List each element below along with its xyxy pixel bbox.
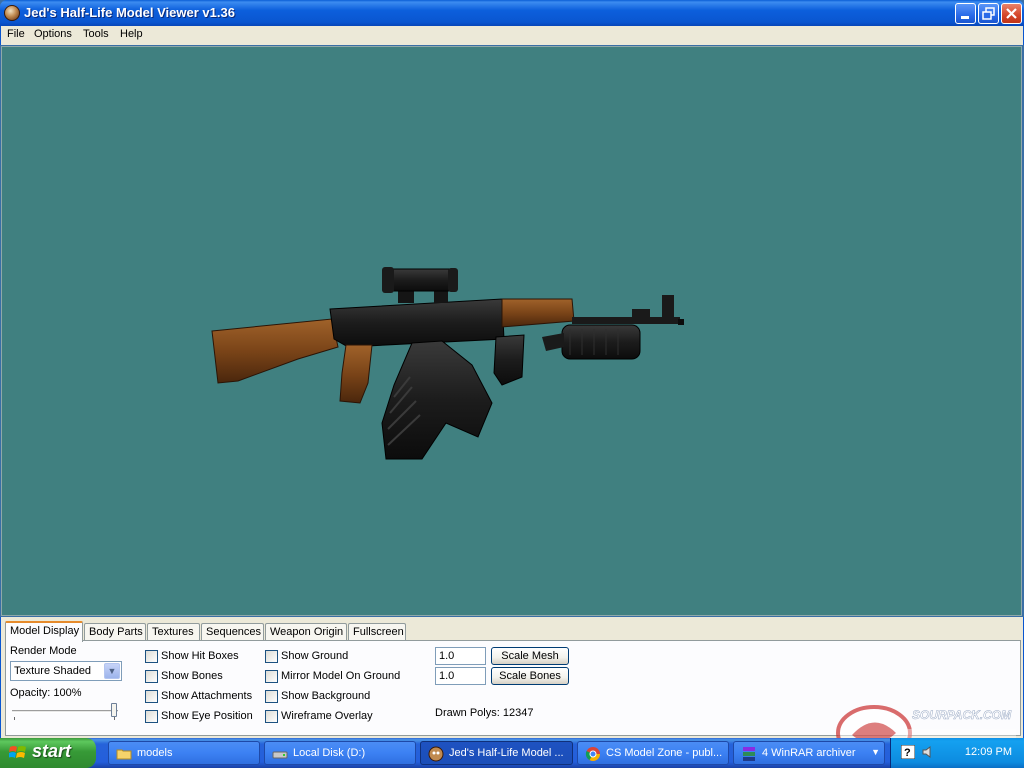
weapon-model bbox=[211, 267, 684, 460]
tab-body-parts[interactable]: Body Parts bbox=[84, 623, 146, 641]
task-label: models bbox=[137, 747, 173, 759]
wireframe-overlay-label: Wireframe Overlay bbox=[281, 710, 373, 722]
task-hl-model-viewer[interactable]: Jed's Half-Life Model ... bbox=[420, 741, 573, 765]
group-arrow-icon[interactable]: ▼ bbox=[871, 747, 880, 757]
show-ground-label: Show Ground bbox=[281, 650, 349, 662]
title-bar[interactable]: Jed's Half-Life Model Viewer v1.36 bbox=[0, 0, 1024, 26]
restore-icon bbox=[982, 7, 995, 20]
tab-fullscreen[interactable]: Fullscreen bbox=[348, 623, 406, 641]
start-label: start bbox=[32, 741, 72, 761]
show-background-label: Show Background bbox=[281, 690, 371, 702]
show-eye-position-checkbox[interactable] bbox=[145, 710, 158, 723]
system-tray: ? 12:09 PM bbox=[890, 738, 1024, 768]
close-button[interactable] bbox=[1001, 3, 1022, 24]
opacity-slider-thumb[interactable] bbox=[111, 703, 117, 717]
show-background-checkbox[interactable] bbox=[265, 690, 278, 703]
menu-help[interactable]: Help bbox=[120, 28, 143, 40]
menu-file[interactable]: File bbox=[7, 28, 25, 40]
tab-textures[interactable]: Textures bbox=[147, 623, 200, 641]
taskbar: start models Local Disk (D:) Jed's Half-… bbox=[0, 738, 1024, 768]
hl-model-viewer-icon bbox=[428, 746, 444, 762]
speaker-icon[interactable] bbox=[921, 745, 935, 759]
opacity-label: Opacity: 100% bbox=[10, 687, 82, 699]
minimize-button[interactable] bbox=[955, 3, 976, 24]
task-cs-model-zone[interactable]: CS Model Zone - publ... bbox=[577, 741, 729, 765]
windows-logo-icon bbox=[9, 746, 26, 758]
render-mode-value: Texture Shaded bbox=[14, 665, 92, 677]
watermark-text: SOURPACK.COM bbox=[912, 708, 1012, 722]
task-winrar[interactable]: 4 WinRAR archiver ▼ bbox=[733, 741, 885, 765]
task-label: 4 WinRAR archiver bbox=[762, 747, 856, 759]
opacity-slider-track[interactable] bbox=[12, 710, 118, 713]
close-icon bbox=[1006, 8, 1017, 19]
tab-model-display[interactable]: Model Display bbox=[5, 621, 83, 642]
show-ground-checkbox[interactable] bbox=[265, 650, 278, 663]
hl-model-viewer-icon[interactable] bbox=[4, 5, 20, 21]
task-local-disk[interactable]: Local Disk (D:) bbox=[264, 741, 416, 765]
svg-text:?: ? bbox=[904, 747, 911, 759]
show-bones-checkbox[interactable] bbox=[145, 670, 158, 683]
minimize-icon bbox=[961, 16, 969, 19]
menu-options[interactable]: Options bbox=[34, 28, 72, 40]
slider-tick bbox=[14, 717, 15, 720]
show-attachments-label: Show Attachments bbox=[161, 690, 253, 702]
render-mode-select[interactable]: Texture Shaded ▼ bbox=[10, 661, 122, 681]
scale-bones-button[interactable]: Scale Bones bbox=[491, 667, 569, 685]
mirror-model-label: Mirror Model On Ground bbox=[281, 670, 401, 682]
show-hit-boxes-checkbox[interactable] bbox=[145, 650, 158, 663]
drawn-polys-text: Drawn Polys: 12347 bbox=[435, 707, 534, 719]
task-models[interactable]: models bbox=[108, 741, 260, 765]
help-icon[interactable]: ? bbox=[901, 745, 915, 759]
folder-icon bbox=[116, 749, 132, 760]
scale-mesh-button[interactable]: Scale Mesh bbox=[491, 647, 569, 665]
tab-sequences[interactable]: Sequences bbox=[201, 623, 264, 641]
show-eye-position-label: Show Eye Position bbox=[161, 710, 253, 722]
mirror-model-checkbox[interactable] bbox=[265, 670, 278, 683]
scale-mesh-input[interactable]: 1.0 bbox=[435, 647, 486, 665]
model-viewport[interactable] bbox=[1, 46, 1022, 616]
restore-button[interactable] bbox=[978, 3, 999, 24]
show-bones-label: Show Bones bbox=[161, 670, 223, 682]
task-label: CS Model Zone - publ... bbox=[606, 747, 723, 759]
show-hit-boxes-label: Show Hit Boxes bbox=[161, 650, 239, 662]
show-attachments-checkbox[interactable] bbox=[145, 690, 158, 703]
scale-bones-input[interactable]: 1.0 bbox=[435, 667, 486, 685]
chevron-down-icon[interactable]: ▼ bbox=[104, 663, 120, 679]
clock[interactable]: 12:09 PM bbox=[965, 746, 1012, 758]
render-mode-label: Render Mode bbox=[10, 645, 77, 657]
menu-bar: File Options Tools Help bbox=[0, 26, 1024, 45]
tab-weapon-origin[interactable]: Weapon Origin bbox=[265, 623, 347, 641]
task-label: Jed's Half-Life Model ... bbox=[449, 747, 564, 759]
chrome-icon bbox=[585, 747, 600, 761]
wireframe-overlay-checkbox[interactable] bbox=[265, 710, 278, 723]
winrar-icon bbox=[743, 747, 755, 761]
start-button[interactable]: start bbox=[0, 738, 96, 768]
drive-icon bbox=[272, 751, 288, 759]
menu-tools[interactable]: Tools bbox=[83, 28, 109, 40]
slider-tick bbox=[114, 717, 115, 720]
window-title: Jed's Half-Life Model Viewer v1.36 bbox=[24, 5, 235, 20]
task-label: Local Disk (D:) bbox=[293, 747, 366, 759]
